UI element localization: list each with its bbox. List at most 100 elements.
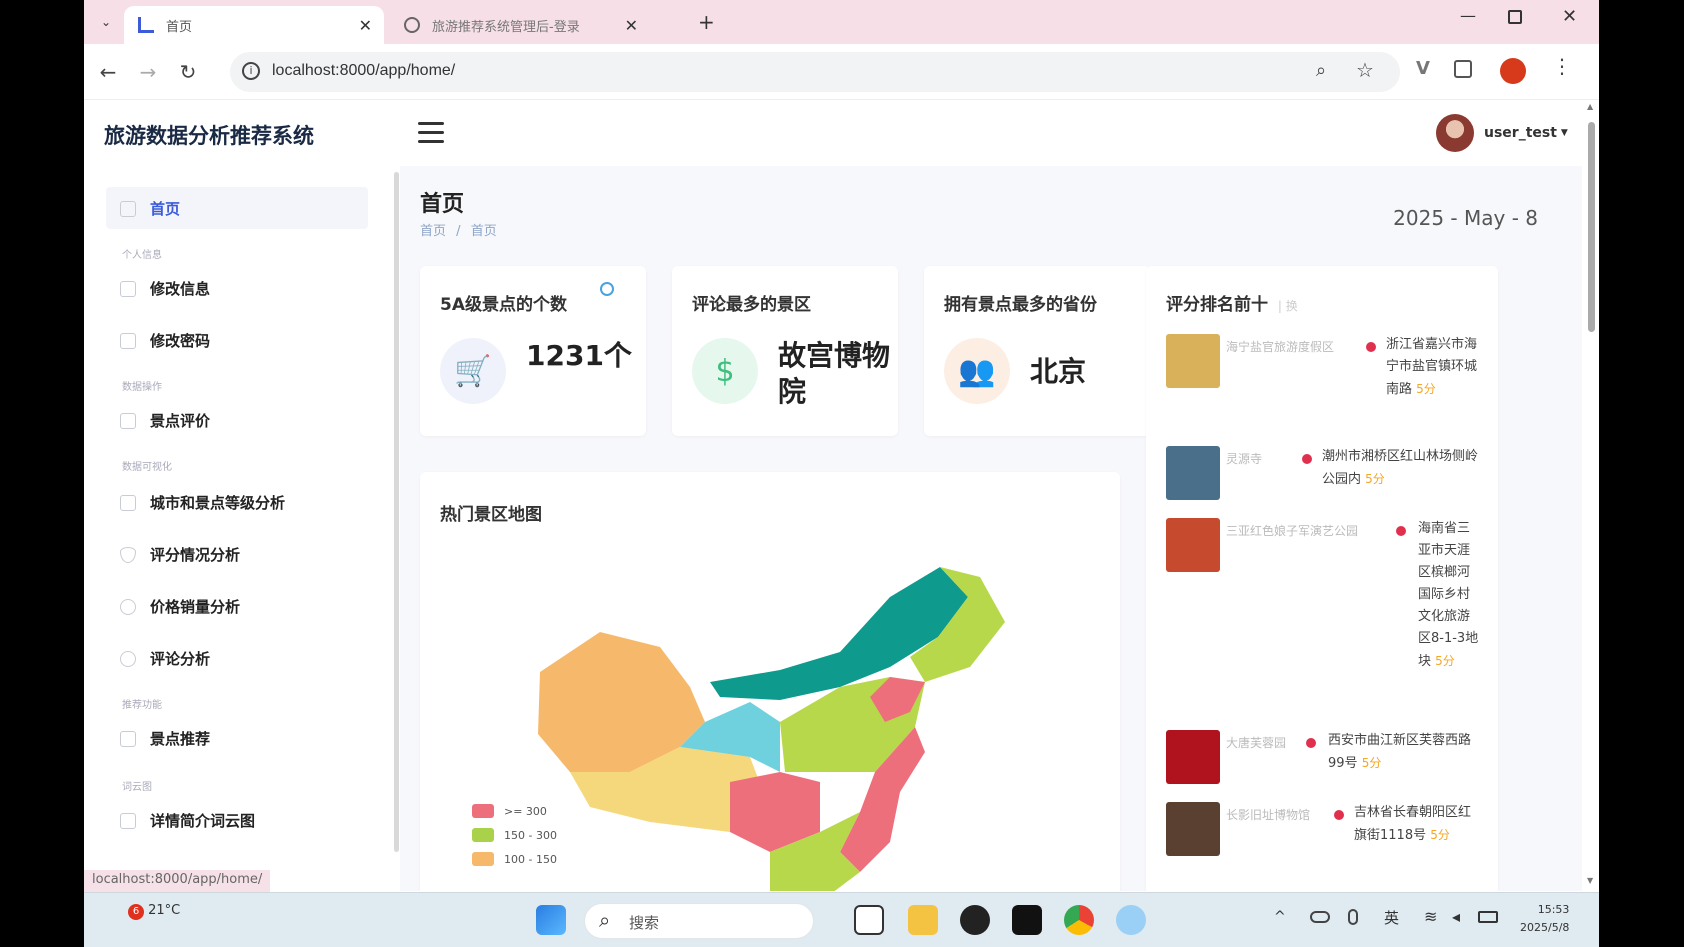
shield-icon: [120, 546, 136, 563]
location-dot-icon: [1302, 454, 1312, 464]
pycharm-icon[interactable]: [1012, 905, 1042, 935]
sidebar-item-wordcloud[interactable]: 详情简介词云图: [120, 810, 255, 831]
location-dot-icon: [1306, 738, 1316, 748]
status-bar-url: localhost:8000/app/home/: [84, 870, 271, 892]
scrollbar-thumb[interactable]: [1588, 122, 1595, 332]
volume-icon[interactable]: ◂: [1452, 907, 1460, 926]
sidebar-item-label: 景点推荐: [150, 730, 211, 748]
extensions-puzzle-icon[interactable]: [1454, 60, 1472, 78]
sidebar-item-price-sales-analysis[interactable]: 价格销量分析: [120, 596, 240, 617]
browser-menu-icon[interactable]: ⋮: [1552, 54, 1572, 78]
address-text: 潮州市湘桥区红山林场侧岭公园内: [1322, 449, 1479, 487]
tray-chevron-icon[interactable]: ^: [1274, 909, 1286, 925]
sidebar-item-score-analysis[interactable]: 评分情况分析: [120, 544, 240, 565]
sidebar-item-city-level-analysis[interactable]: 城市和景点等级分析: [120, 492, 285, 513]
user-avatar: [1436, 114, 1474, 152]
legend-item[interactable]: 150 - 300: [472, 828, 557, 842]
extension-v-icon[interactable]: V: [1416, 58, 1430, 79]
sidebar-section-data: 数据操作: [122, 382, 162, 393]
tab-home[interactable]: 首页 ✕: [124, 6, 384, 44]
back-arrow-icon[interactable]: ←: [94, 58, 122, 86]
ime-indicator[interactable]: 英: [1384, 907, 1399, 928]
stat-card-top-province: 拥有景点最多的省份 👥 北京: [924, 266, 1150, 436]
close-tab-icon[interactable]: ✕: [625, 16, 638, 35]
close-tab-icon[interactable]: ✕: [359, 16, 372, 35]
legend-label: >= 300: [504, 804, 547, 818]
ranking-item[interactable]: 三亚红色娘子军演艺公园 海南省三亚市天涯区槟榔河国际乡村文化旅游区8-1-3地块…: [1166, 518, 1486, 708]
minimize-window-icon[interactable]: —: [1460, 6, 1476, 25]
clock-icon: [120, 650, 136, 667]
tab-list-dropdown[interactable]: ⌄: [94, 10, 118, 34]
score-badge: 5分: [1361, 756, 1382, 770]
battery-icon[interactable]: [1478, 911, 1498, 923]
sidebar-section-recommend: 推荐功能: [122, 700, 162, 711]
scenic-address: 潮州市湘桥区红山林场侧岭公园内 5分: [1322, 446, 1482, 491]
sidebar-item-reviews[interactable]: 景点评价: [120, 410, 210, 431]
scenic-name: 海宁盐官旅游度假区: [1226, 340, 1335, 354]
sidebar-item-label: 价格销量分析: [150, 598, 241, 616]
scroll-down-arrow-icon[interactable]: ▼: [1587, 876, 1593, 885]
sidebar-item-home[interactable]: 首页: [120, 198, 180, 219]
grid-icon: [120, 200, 136, 217]
weather-badge: 6: [128, 904, 144, 920]
caret-down-icon: ▼: [1560, 128, 1568, 138]
scroll-up-arrow-icon[interactable]: ▲: [1587, 102, 1593, 111]
score-badge: 5分: [1365, 472, 1385, 486]
chrome-icon[interactable]: [1064, 905, 1094, 935]
sidebar-item-edit-info[interactable]: 修改信息: [120, 278, 210, 299]
ranking-more-link[interactable]: | 换: [1278, 299, 1298, 313]
new-tab-button[interactable]: +: [698, 10, 715, 34]
sidebar-item-recommend[interactable]: 景点推荐: [120, 728, 210, 749]
taskbar-search[interactable]: ⌕ 搜索: [584, 903, 814, 939]
reload-icon[interactable]: ↻: [174, 58, 202, 86]
bookmark-star-icon[interactable]: ☆: [1356, 58, 1374, 82]
app-icon[interactable]: [960, 905, 990, 935]
scenic-name: 大唐芙蓉园: [1226, 736, 1287, 750]
username: user_test: [1484, 125, 1557, 141]
profile-avatar-icon[interactable]: [1500, 58, 1526, 84]
sidebar: 首页 个人信息 修改信息 修改密码 数据操作 景点评价 数据可视化 城市和景点等…: [84, 166, 394, 886]
onedrive-icon[interactable]: [1310, 911, 1330, 923]
wifi-icon[interactable]: ≋: [1424, 907, 1437, 926]
score-badge: 5分: [1430, 828, 1450, 842]
menu-toggle-icon[interactable]: [418, 122, 444, 144]
sidebar-item-comment-analysis[interactable]: 评论分析: [120, 648, 210, 669]
ranking-item[interactable]: 大唐芙蓉园 西安市曲江新区芙蓉西路99号 5分: [1166, 730, 1486, 790]
clock-date: 2025/5/8: [1520, 921, 1570, 934]
sidebar-item-label: 首页: [150, 200, 181, 218]
breadcrumb-root-link[interactable]: 首页: [420, 224, 446, 239]
windows-start-icon[interactable]: [536, 905, 566, 935]
address-bar[interactable]: i localhost:8000/app/home/ ⌕ ☆: [230, 52, 1400, 92]
weather-widget[interactable]: 6 21°C: [128, 903, 180, 920]
forward-arrow-icon[interactable]: →: [134, 58, 162, 86]
browser-app-icon[interactable]: [1116, 905, 1146, 935]
stat-card-value: 故宫博物院: [778, 339, 891, 408]
refresh-icon[interactable]: [600, 282, 614, 296]
zoom-icon[interactable]: ⌕: [1316, 60, 1326, 81]
user-menu[interactable]: user_test ▼: [1436, 114, 1568, 152]
page-scrollbar[interactable]: ▲ ▼: [1584, 100, 1599, 890]
cart-icon: 🛒: [440, 338, 506, 404]
ranking-item[interactable]: 长影旧址博物馆 吉林省长春朝阳区红旗街1118号 5分: [1166, 802, 1486, 882]
scenic-thumbnail: [1166, 802, 1220, 856]
file-explorer-icon[interactable]: [908, 905, 938, 935]
scenic-name: 三亚红色娘子军演艺公园: [1226, 524, 1359, 538]
microphone-icon[interactable]: [1348, 909, 1358, 925]
sidebar-item-change-password[interactable]: 修改密码: [120, 330, 210, 351]
restore-window-icon[interactable]: [1508, 10, 1522, 24]
tab-admin-login[interactable]: 旅游推荐系统管理后-登录 ✕: [390, 6, 650, 44]
ranking-item[interactable]: 灵源寺 潮州市湘桥区红山林场侧岭公园内 5分: [1166, 446, 1486, 506]
taskbar-clock[interactable]: 15:53 2025/5/8: [1520, 901, 1569, 937]
legend-label: 100 - 150: [504, 852, 557, 866]
legend-item[interactable]: >= 300: [472, 804, 557, 818]
breadcrumb-separator: /: [456, 224, 461, 239]
sidebar-section-wordcloud: 词云图: [122, 782, 152, 793]
task-view-icon[interactable]: [854, 905, 884, 935]
close-window-icon[interactable]: ✕: [1562, 6, 1577, 27]
users-icon: 👥: [944, 338, 1010, 404]
document-icon: [120, 332, 136, 349]
ranking-item[interactable]: 海宁盐官旅游度假区 浙江省嘉兴市海宁市盐官镇环城南路 5分: [1166, 334, 1486, 434]
site-info-icon[interactable]: i: [242, 62, 260, 80]
legend-item[interactable]: 100 - 150: [472, 852, 557, 866]
sidebar-scrollbar[interactable]: [394, 172, 399, 852]
